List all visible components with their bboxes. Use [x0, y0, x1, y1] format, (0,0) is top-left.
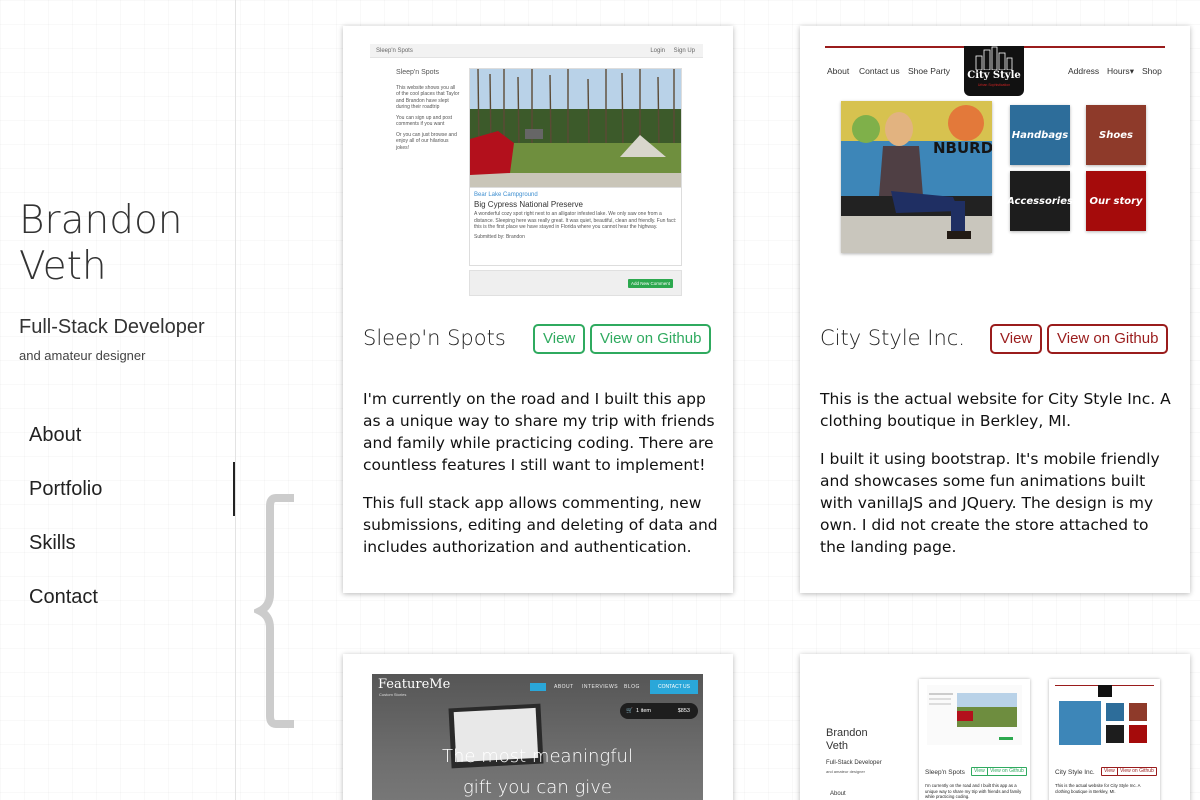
- project-title: City Style Inc.: [820, 326, 965, 350]
- logo-text: City Style: [967, 70, 1021, 81]
- preview-comments: Add New Comment: [469, 270, 682, 296]
- project-card-featureme: FeatureMe Custom Stories ABOUT INTERVIEW…: [343, 654, 733, 800]
- caret-icon: ▾: [1129, 66, 1134, 76]
- preview-cart: 🛒 1 item $853: [620, 703, 698, 719]
- nav-contact[interactable]: Contact: [29, 570, 235, 624]
- preview-contact-button: CONTACT US: [650, 680, 698, 694]
- preview-side-text: You can sign up and post comments if you…: [396, 114, 452, 128]
- author-subtitle: and amateur designer: [19, 348, 146, 363]
- preview-nav-contact: Contact us: [859, 66, 900, 76]
- preview-card-image: [1055, 685, 1154, 745]
- svg-text:NBURDE: NBURDE: [933, 139, 992, 157]
- preview-side-heading: Sleep'n Spots: [396, 69, 439, 76]
- project-screenshot[interactable]: FeatureMe Custom Stories ABOUT INTERVIEW…: [372, 674, 703, 800]
- preview-nav-home: [530, 683, 546, 691]
- preview-post-title: Big Cypress National Preserve: [474, 199, 583, 209]
- cart-icon: 🛒: [626, 708, 633, 714]
- view-on-github-button[interactable]: View on Github: [1047, 324, 1169, 354]
- preview-headline-2: gift you can give: [463, 777, 612, 798]
- preview-navbar: Sleep'n Spots Login Sign Up: [370, 44, 703, 58]
- main-nav: About Portfolio Skills Contact: [29, 408, 235, 624]
- description-paragraph: I'm currently on the road and I built th…: [363, 390, 715, 474]
- preview-headline-1: The most meaningful: [442, 746, 633, 767]
- description-paragraph: I built it using bootstrap. It's mobile …: [820, 450, 1160, 556]
- preview-view-button: View: [971, 767, 988, 776]
- project-card-city-style: About Contact us Shoe Party City Style U…: [800, 26, 1190, 593]
- model-photo: NBURDE: [841, 101, 992, 253]
- preview-github-button: View on Github: [1117, 767, 1157, 776]
- preview-location: Bear Lake Campground: [474, 192, 538, 198]
- preview-card-sleepn: Sleep'n Spots View View on Github I'm cu…: [919, 679, 1030, 800]
- preview-nav-hours: Hours▾: [1107, 66, 1134, 76]
- project-screenshot[interactable]: About Contact us Shoe Party City Style U…: [825, 44, 1165, 264]
- preview-post: Bear Lake Campground Big Cypress Nationa…: [469, 188, 682, 266]
- description-paragraph: This is the actual website for City Styl…: [820, 390, 1171, 430]
- nav-skills[interactable]: Skills: [29, 516, 235, 570]
- preview-submitted: Submitted by: Brandon: [474, 233, 525, 240]
- preview-brand: Sleep'n Spots: [376, 48, 413, 54]
- preview-card-title: Sleep'n Spots: [925, 769, 965, 776]
- cart-total: $853: [677, 708, 690, 714]
- preview-signup: Sign Up: [673, 48, 695, 54]
- author-name: Brandon Veth: [19, 198, 183, 289]
- view-button[interactable]: View: [990, 324, 1043, 354]
- view-on-github-button[interactable]: View on Github: [590, 324, 712, 354]
- nav-portfolio[interactable]: Portfolio: [29, 462, 235, 516]
- preview-card-desc: I'm currently on the road and I built th…: [925, 783, 1022, 799]
- preview-card-desc: This is the actual website for City Styl…: [1055, 783, 1141, 794]
- city-style-logo: City Style Urban Sophistication: [964, 46, 1024, 96]
- preview-name: Brandon Veth: [826, 727, 868, 752]
- project-description: I'm currently on the road and I built th…: [363, 388, 719, 574]
- preview-role: Full-Stack Developer: [826, 760, 882, 766]
- tile-our-story: Our story: [1086, 171, 1146, 231]
- preview-add-comment: Add New Comment: [627, 279, 673, 288]
- preview-nav-about: ABOUT: [554, 684, 574, 690]
- preview-card-citystyle: City Style Inc. View View on Github This…: [1049, 679, 1160, 800]
- campsite-photo: [469, 68, 682, 188]
- logo-tagline: Urban Sophistication: [977, 83, 1011, 87]
- preview-nav-interviews: INTERVIEWS: [582, 684, 619, 690]
- preview-subtitle: and amateur designer: [826, 769, 865, 774]
- preview-side-text: Or you can just browse and enjoy all of …: [396, 131, 457, 151]
- view-button[interactable]: View: [533, 324, 586, 354]
- preview-nav-about: About: [830, 791, 846, 797]
- project-description: This is the actual website for City Styl…: [820, 388, 1176, 574]
- preview-github-button: View on Github: [987, 767, 1027, 776]
- preview-card-image: [927, 685, 1022, 745]
- tile-shoes: Shoes: [1086, 105, 1146, 165]
- author-role: Full-Stack Developer: [19, 316, 205, 338]
- preview-post-text: A wonderful cozy spot right next to an a…: [474, 211, 677, 230]
- preview-nav-address: Address: [1068, 66, 1100, 76]
- preview-nav-shop: Shop: [1142, 66, 1162, 76]
- description-paragraph: This full stack app allows commenting, n…: [363, 494, 718, 556]
- preview-sidebar: Sleep'n Spots This website shows you all…: [396, 69, 460, 155]
- project-screenshot[interactable]: Sleep'n Spots Login Sign Up Sleep'n Spot…: [370, 44, 703, 296]
- preview-nav-blog: BLOG: [624, 684, 640, 690]
- sidebar: Brandon Veth Full-Stack Developer and am…: [0, 0, 236, 800]
- featureme-logo: FeatureMe: [378, 677, 451, 692]
- tile-handbags: Handbags: [1010, 105, 1070, 165]
- preview-nav-shoe-party: Shoe Party: [908, 66, 951, 76]
- cart-items: 1 item: [636, 708, 651, 714]
- preview-view-button: View: [1101, 767, 1118, 776]
- project-card-sleepn-spots: Sleep'n Spots Login Sign Up Sleep'n Spot…: [343, 26, 733, 593]
- project-card-portfolio: Brandon Veth Full-Stack Developer and am…: [800, 654, 1190, 800]
- preview-login: Login: [650, 48, 665, 54]
- preview-nav-about: About: [827, 66, 850, 76]
- project-screenshot[interactable]: Brandon Veth Full-Stack Developer and am…: [820, 674, 1180, 800]
- nav-about[interactable]: About: [29, 408, 235, 462]
- curly-brace-icon: [254, 494, 294, 728]
- tile-accessories: Accessories: [1007, 171, 1073, 231]
- featureme-tagline: Custom Stories: [379, 692, 407, 697]
- preview-card-title: City Style Inc.: [1055, 769, 1095, 776]
- project-title: Sleep'n Spots: [363, 326, 506, 350]
- skyline-icon: [975, 46, 1013, 71]
- preview-side-text: This website shows you all of the cool p…: [396, 84, 460, 111]
